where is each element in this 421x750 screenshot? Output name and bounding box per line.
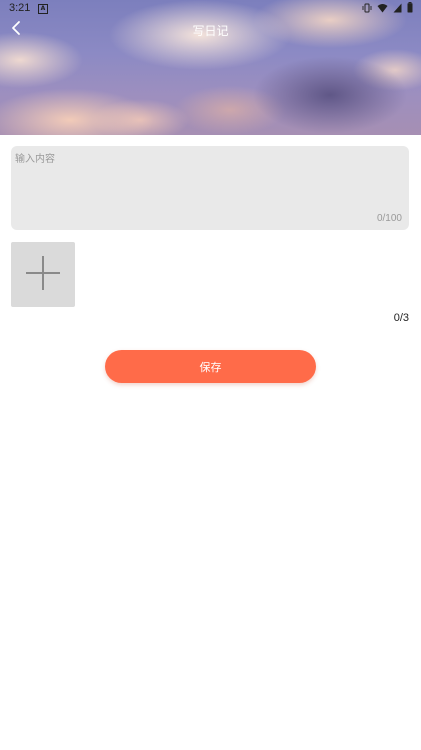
notification-app-icon: A — [38, 4, 48, 14]
signal-icon — [393, 3, 402, 16]
save-button[interactable]: 保存 — [105, 350, 316, 383]
page-title: 写日记 — [192, 24, 229, 38]
wifi-icon — [377, 3, 388, 16]
char-counter: 0/100 — [376, 213, 402, 224]
battery-icon — [407, 2, 413, 16]
status-bar: 3:21 A — [0, 0, 421, 18]
diary-editor-screen: 3:21 A 写日记 输入内容 0/100 0/3 保存 — [0, 0, 421, 750]
add-photo-button[interactable] — [11, 242, 75, 307]
header-sky-background: 3:21 A 写日记 — [0, 0, 421, 135]
content-input[interactable] — [15, 150, 395, 210]
plus-icon — [25, 255, 61, 295]
status-time: 3:21 — [9, 2, 31, 14]
status-icons — [362, 2, 413, 16]
vibrate-icon — [362, 3, 372, 16]
photo-counter: 0/3 — [393, 312, 409, 324]
content-input-container: 0/100 — [11, 146, 409, 230]
